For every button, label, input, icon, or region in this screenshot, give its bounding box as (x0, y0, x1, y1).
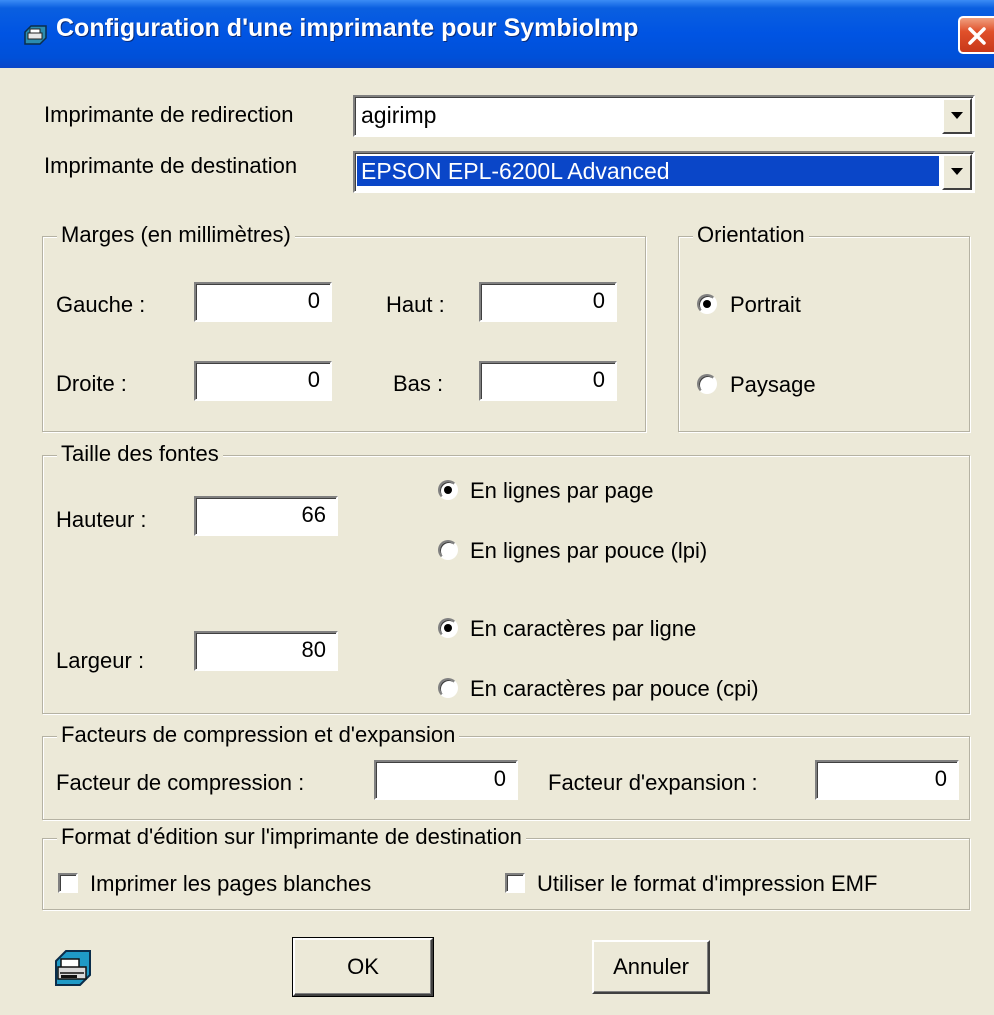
landscape-label: Paysage (730, 372, 816, 397)
chevron-down-icon (951, 112, 963, 119)
ok-button[interactable]: OK (292, 937, 434, 997)
printer-icon (50, 947, 96, 989)
margins-legend: Marges (en millimètres) (57, 222, 295, 248)
chars-per-inch-label: En caractères par pouce (cpi) (470, 676, 759, 701)
chars-per-inch-radio[interactable] (438, 678, 458, 698)
margins-group: Marges (en millimètres) (42, 222, 646, 432)
radio-selected-dot (703, 300, 711, 308)
window-title: Configuration d'une imprimante pour Symb… (56, 14, 639, 42)
destination-value: EPSON EPL-6200L Advanced (357, 156, 939, 186)
width-label: Largeur : (56, 648, 145, 673)
emf-checkbox[interactable] (505, 873, 525, 893)
destination-dropdown-button[interactable] (942, 154, 972, 190)
cancel-button[interactable]: Annuler (592, 940, 710, 994)
top-margin-label: Haut : (386, 292, 445, 317)
factors-legend: Facteurs de compression et d'expansion (57, 722, 460, 748)
right-margin-label: Droite : (56, 371, 127, 396)
chars-per-line-label: En caractères par ligne (470, 616, 697, 641)
orientation-group: Orientation (678, 222, 970, 432)
left-margin-label: Gauche : (56, 292, 146, 317)
redirection-combo[interactable]: agirimp (353, 95, 975, 137)
width-field[interactable]: 80 (194, 631, 338, 671)
chars-per-line-radio[interactable] (438, 618, 458, 638)
destination-label: Imprimante de destination (44, 153, 298, 178)
orientation-legend: Orientation (693, 222, 809, 248)
portrait-radio[interactable] (697, 294, 717, 314)
redirection-value: agirimp (361, 102, 437, 128)
blank-pages-label: Imprimer les pages blanches (90, 871, 372, 896)
radio-selected-dot (444, 486, 452, 494)
landscape-radio[interactable] (697, 374, 717, 394)
height-field[interactable]: 66 (194, 496, 338, 536)
lines-per-inch-radio[interactable] (438, 540, 458, 560)
printer-app-icon (22, 22, 48, 46)
format-legend: Format d'édition sur l'imprimante de des… (57, 824, 526, 850)
close-button[interactable] (958, 16, 994, 54)
portrait-label: Portrait (730, 292, 801, 317)
bottom-margin-field[interactable]: 0 (479, 361, 617, 401)
redirection-label: Imprimante de redirection (44, 102, 294, 127)
top-margin-field[interactable]: 0 (479, 282, 617, 322)
chevron-down-icon (951, 168, 963, 175)
compression-label: Facteur de compression : (56, 770, 305, 795)
close-icon (968, 27, 986, 45)
bottom-margin-label: Bas : (393, 371, 444, 396)
destination-combo[interactable]: EPSON EPL-6200L Advanced (353, 151, 975, 193)
left-margin-field[interactable]: 0 (194, 282, 332, 322)
lines-per-page-radio[interactable] (438, 480, 458, 500)
emf-label: Utiliser le format d'impression EMF (537, 871, 878, 896)
lines-per-page-label: En lignes par page (470, 478, 654, 503)
expansion-label: Facteur d'expansion : (548, 770, 758, 795)
redirection-dropdown-button[interactable] (942, 98, 972, 134)
radio-selected-dot (444, 624, 452, 632)
right-margin-field[interactable]: 0 (194, 361, 332, 401)
title-bar[interactable]: Configuration d'une imprimante pour Symb… (0, 0, 994, 68)
lines-per-inch-label: En lignes par pouce (lpi) (470, 538, 708, 563)
compression-field[interactable]: 0 (374, 760, 518, 800)
font-size-legend: Taille des fontes (57, 441, 223, 467)
height-label: Hauteur : (56, 507, 147, 532)
expansion-field[interactable]: 0 (815, 760, 959, 800)
blank-pages-checkbox[interactable] (58, 873, 78, 893)
